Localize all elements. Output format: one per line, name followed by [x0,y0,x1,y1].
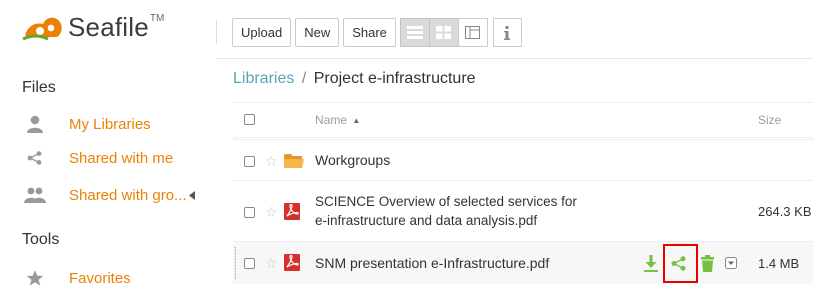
star-icon[interactable]: ☆ [265,205,278,219]
list-view-button[interactable] [399,18,430,47]
table-row[interactable]: ☆ Workgroups [233,139,813,179]
table-row[interactable]: ☆ SNM presentation e-Infrastructure.pdf … [233,241,813,284]
sort-ascending-icon: ▲ [352,116,361,125]
sidebar-item-favorites[interactable]: Favorites [22,266,131,286]
select-all-checkbox[interactable] [244,114,255,125]
new-button[interactable]: New [295,18,340,47]
name-column-header[interactable]: Name ▲ [315,113,360,127]
row-checkbox[interactable] [244,258,255,269]
grid-view-button[interactable] [428,18,459,47]
sidebar-item-label: Shared with me [69,149,174,167]
column-view-icon [465,26,481,39]
delete-icon[interactable] [698,254,716,272]
grid-view-icon [436,26,452,39]
share-button[interactable]: Share [343,18,396,47]
size-column-header[interactable]: Size [758,113,781,127]
sidebar-item-label: Favorites [69,269,131,286]
highlight-box [663,244,698,283]
file-size: 1.4 MB [758,256,800,271]
toolbar-divider [217,58,813,59]
breadcrumb-libraries-link[interactable]: Libraries [233,70,294,87]
pdf-file-icon [284,203,300,220]
seafile-logo-icon [22,17,62,40]
column-view-button[interactable] [457,18,488,47]
info-button[interactable] [492,18,522,47]
file-name-link[interactable]: Workgroups [315,152,390,168]
sidebar: Seafile TM Files My Libraries Shared wit… [0,0,217,286]
files-heading: Files [22,79,56,96]
view-mode-switcher [399,18,488,47]
group-icon [22,187,48,203]
vertical-divider [216,20,217,44]
download-icon[interactable] [642,254,660,272]
drag-handle[interactable] [234,246,236,280]
list-view-icon [406,26,423,39]
file-size: 264.3 KB [758,204,812,219]
collapse-caret-icon[interactable] [188,190,195,200]
row-checkbox[interactable] [244,156,255,167]
row-checkbox[interactable] [244,207,255,218]
table-header: Name ▲ Size [233,102,813,138]
sidebar-item-my-libraries[interactable]: My Libraries [22,112,151,136]
trademark: TM [149,13,165,24]
star-icon[interactable]: ☆ [265,154,278,168]
logo[interactable]: Seafile TM [22,12,164,43]
breadcrumb-current: Project e-infrastructure [313,70,476,87]
sidebar-item-label: Shared with gro... [69,186,187,204]
tools-heading: Tools [22,231,60,248]
share-icon [22,151,48,165]
sidebar-item-shared-with-me[interactable]: Shared with me [22,146,173,170]
breadcrumb-separator: / [301,70,307,87]
info-icon [504,25,511,40]
sidebar-item-shared-with-groups[interactable]: Shared with gro... [22,183,195,207]
table-row[interactable]: ☆ SCIENCE Overview of selected services … [233,180,813,240]
more-dropdown-icon[interactable] [722,254,740,272]
pdf-file-icon [284,254,300,271]
file-name-link[interactable]: SNM presentation e-Infrastructure.pdf [315,255,549,271]
star-icon[interactable]: ☆ [265,256,278,270]
toolbar: Upload New Share [232,18,522,47]
logo-text: Seafile [68,12,149,42]
file-name-link[interactable]: SCIENCE Overview of selected services fo… [315,192,577,230]
folder-icon [284,154,304,168]
user-icon [22,115,48,133]
sidebar-item-label: My Libraries [69,115,151,133]
upload-button[interactable]: Upload [232,18,292,47]
star-icon [22,269,48,286]
breadcrumb: Libraries / Project e-infrastructure [233,70,476,88]
